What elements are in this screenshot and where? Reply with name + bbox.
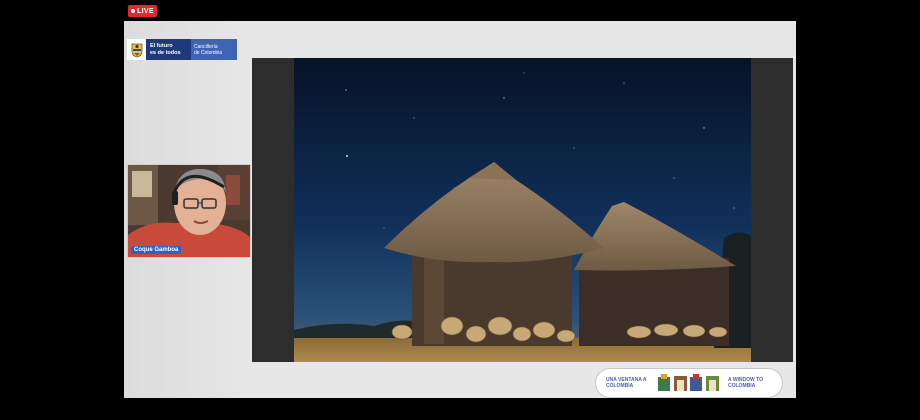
- stream-stage: El futuro es de todos Cancillería de Col…: [124, 21, 796, 398]
- speaker-video-frame: [128, 165, 250, 257]
- ministry-line-2: de Colombia: [194, 49, 223, 56]
- logo-slogan: El futuro es de todos: [146, 39, 191, 60]
- live-badge: LIVE: [128, 5, 157, 17]
- colombia-seal-icon: [127, 39, 146, 60]
- banner-emblem-icon: [658, 374, 719, 391]
- banner-spanish: UNA VENTANA A COLOMBIA: [606, 377, 650, 389]
- banner-en-line-2: COLOMBIA: [728, 383, 756, 389]
- banner-es-line-2: COLOMBIA: [606, 383, 634, 389]
- huts-night-photo: [294, 58, 751, 362]
- banner-english: A WINDOW TO COLOMBIA: [728, 377, 772, 389]
- shared-screen: [252, 58, 793, 362]
- shared-photo: [294, 58, 751, 362]
- logo-ministry: Cancillería de Colombia: [191, 39, 237, 60]
- window-to-colombia-banner: UNA VENTANA A COLOMBIA A WINDOW TO COLOM…: [596, 369, 782, 397]
- speaker-video: Coque Gamboa: [127, 164, 251, 258]
- speaker-name-tag: Coque Gamboa: [131, 246, 182, 254]
- live-dot-icon: [131, 9, 136, 13]
- live-label: LIVE: [137, 7, 154, 15]
- cancilleria-logo: El futuro es de todos Cancillería de Col…: [127, 39, 237, 60]
- slogan-line-2: es de todos: [150, 49, 181, 56]
